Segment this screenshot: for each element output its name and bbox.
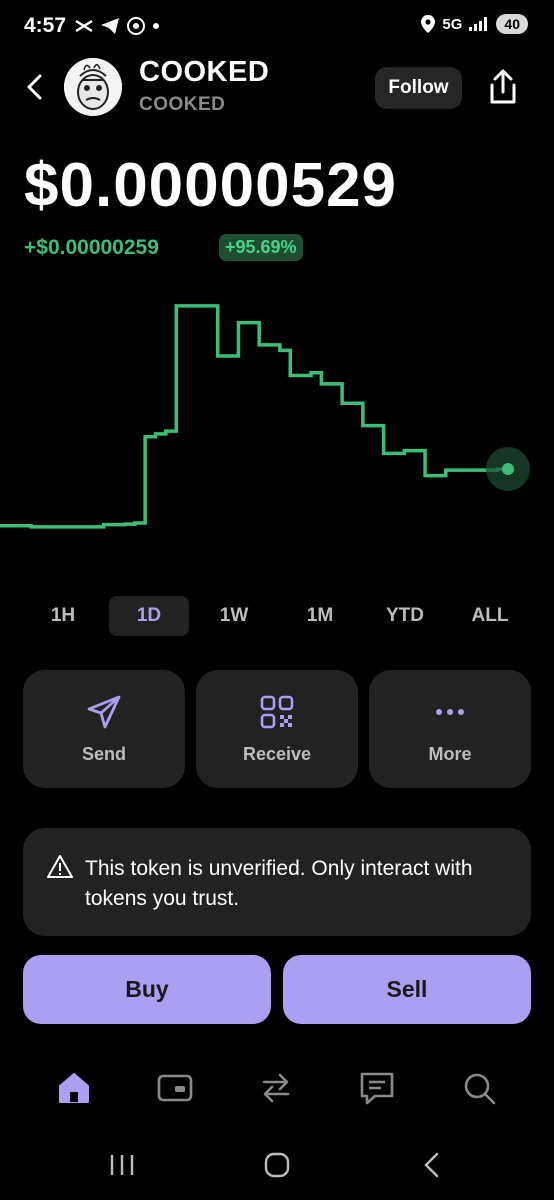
system-navigation-bar	[0, 1140, 554, 1190]
range-1w[interactable]: 1W	[194, 596, 274, 636]
battery-level: 40	[496, 14, 528, 34]
network-type: 5G	[442, 15, 463, 33]
price-change-percent-badge: +95.69%	[219, 234, 303, 261]
token-symbol: COOKED	[139, 94, 226, 115]
buy-button[interactable]: Buy	[23, 955, 271, 1024]
send-icon	[87, 695, 121, 729]
search-icon[interactable]	[459, 1068, 499, 1108]
price-chart[interactable]	[0, 280, 554, 570]
swap-icon[interactable]	[256, 1068, 296, 1108]
more-dots-icon	[436, 709, 464, 715]
capcut-icon	[75, 19, 93, 33]
more-label: More	[428, 744, 472, 764]
telegram-icon	[101, 18, 119, 34]
current-point	[502, 462, 514, 475]
time-range-selector: 1H 1D 1W 1M YTD ALL	[0, 596, 554, 636]
notification-icons	[74, 16, 160, 36]
app-badge-icon	[127, 17, 145, 35]
price-change: +$0.00000259	[24, 236, 159, 259]
follow-button[interactable]: Follow	[375, 67, 462, 109]
receive-label: Receive	[242, 744, 312, 764]
receive-button[interactable]: Receive	[196, 670, 358, 788]
range-all[interactable]: ALL	[450, 596, 530, 636]
back-icon[interactable]	[20, 72, 50, 102]
qr-code-icon	[260, 695, 294, 729]
price-line	[0, 304, 508, 529]
range-1m[interactable]: 1M	[280, 596, 360, 636]
more-button[interactable]: More	[369, 670, 531, 788]
status-bar: 4:57 5G 40	[0, 0, 554, 52]
range-1d[interactable]: 1D	[109, 596, 189, 636]
signal-icon	[469, 17, 488, 31]
unverified-warning: This token is unverified. Only interact …	[23, 828, 531, 936]
bottom-tab-bar	[0, 1058, 554, 1118]
chat-icon[interactable]	[357, 1068, 397, 1108]
system-icons: 5G 40	[420, 14, 528, 34]
warning-text: This token is unverified. Only interact …	[85, 857, 473, 910]
send-label: Send	[81, 744, 126, 764]
range-1h[interactable]: 1H	[33, 596, 93, 636]
warning-icon	[47, 855, 73, 878]
token-header: COOKED COOKED Follow	[0, 56, 554, 120]
home-button-icon[interactable]	[262, 1150, 292, 1180]
sell-button[interactable]: Sell	[283, 955, 531, 1024]
token-price: $0.00000529	[24, 151, 398, 220]
status-time: 4:57	[24, 14, 67, 37]
range-ytd[interactable]: YTD	[365, 596, 445, 636]
wallet-icon[interactable]	[155, 1068, 195, 1108]
recents-icon[interactable]	[107, 1150, 137, 1180]
token-name: COOKED	[139, 56, 270, 88]
token-avatar	[64, 58, 122, 116]
home-icon[interactable]	[54, 1068, 94, 1108]
send-button[interactable]: Send	[23, 670, 185, 788]
cooked-face-icon	[64, 58, 122, 116]
back-nav-icon[interactable]	[417, 1150, 447, 1180]
location-icon	[421, 15, 436, 33]
dot-icon	[153, 23, 159, 29]
share-icon[interactable]	[484, 68, 522, 106]
